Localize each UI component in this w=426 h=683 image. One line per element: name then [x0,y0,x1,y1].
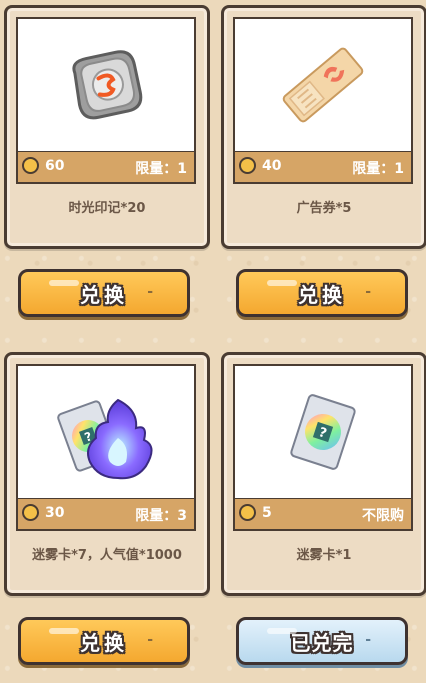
purchase-limit: 限量：1 [135,161,187,177]
item-name: 迷雾卡*1 [296,548,352,563]
item-price: 60 [45,158,65,174]
item-image-area: ? [16,364,196,498]
time-seal-icon [72,50,143,120]
fog-card-icon: ? [290,394,356,470]
item-price: 40 [262,158,282,174]
shop-item-card-2: 40 限量：1 广告券*5 [221,5,426,249]
item-name: 迷雾卡*7，人气值*1000 [32,548,182,563]
item-name: 广告券*5 [296,201,352,216]
coin-icon [22,157,39,174]
coin-icon [22,504,39,521]
sold-out-button[interactable]: 已兑完 - [236,617,408,665]
sold-out-button-label: 已兑完 [290,630,354,655]
exchange-button-3[interactable]: 兑换 - [18,617,190,665]
button-dash: - [147,284,153,300]
item-image-area [16,17,196,151]
coin-icon [239,157,256,174]
purchase-limit: 限量：3 [135,508,187,524]
item-price: 5 [262,505,272,521]
item-name: 时光印记*20 [68,201,146,216]
button-highlight [49,628,79,634]
exchange-button-2[interactable]: 兑换 - [236,269,408,317]
coin-icon [239,504,256,521]
shop-item-card-1: 60 限量：1 时光印记*20 [4,5,210,249]
purchase-limit: 限量：1 [352,161,404,177]
fog-card-flame-icon: ? [57,398,153,480]
button-highlight [267,628,297,634]
item-image-area: ? [233,364,413,498]
button-highlight [49,280,79,286]
price-bar: 5 不限购 [233,498,413,531]
shop-item-card-3: ? 30 限量：3 迷雾卡*7，人气值*1000 [4,352,210,596]
button-dash: - [365,632,371,648]
button-highlight [267,280,297,286]
item-price: 30 [45,505,65,521]
button-dash: - [147,632,153,648]
exchange-button-label: 兑换 [80,282,128,307]
button-dash: - [365,284,371,300]
exchange-button-label: 兑换 [80,630,128,655]
exchange-button-1[interactable]: 兑换 - [18,269,190,317]
ad-ticket-icon [282,47,364,123]
price-bar: 30 限量：3 [16,498,196,531]
item-image-area [233,17,413,151]
exchange-button-label: 兑换 [298,282,346,307]
shop-item-card-4: ? 5 不限购 迷雾卡*1 [221,352,426,596]
purchase-limit: 不限购 [362,508,404,524]
price-bar: 60 限量：1 [16,151,196,184]
price-bar: 40 限量：1 [233,151,413,184]
